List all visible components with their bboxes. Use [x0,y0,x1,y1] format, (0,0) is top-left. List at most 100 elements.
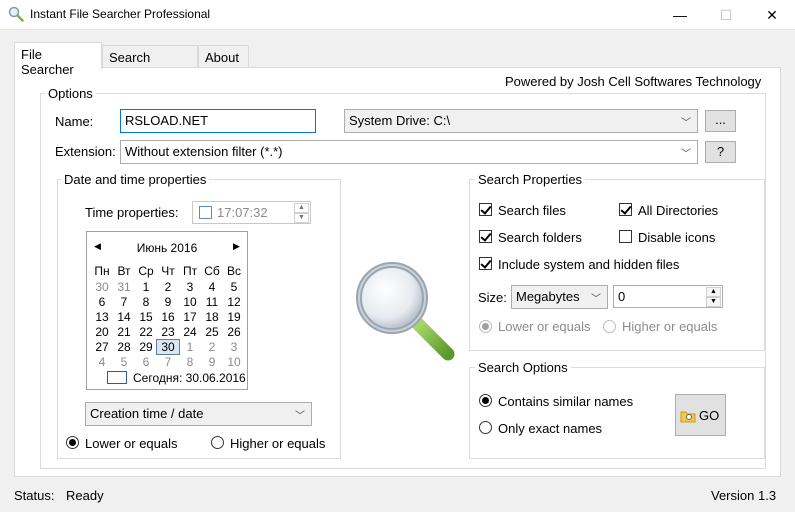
calendar-day[interactable]: 2 [157,280,179,294]
similar-names-radio[interactable] [479,394,492,407]
minimize-button[interactable]: — [657,0,703,30]
calendar-day[interactable]: 20 [91,325,113,339]
title-bar: Instant File Searcher Professional — ☐ ✕ [0,0,795,30]
tab-search-results[interactable]: Search Results [102,45,198,80]
calendar-day[interactable]: 29 [135,340,157,354]
calendar-day[interactable]: 10 [223,355,245,369]
calendar-day[interactable]: 10 [179,295,201,309]
browse-button[interactable]: ... [705,110,736,132]
extension-select-value: Without extension filter (*.*) [125,144,283,159]
search-files-label: Search files [498,203,566,218]
calendar-day[interactable]: 13 [91,310,113,324]
go-button[interactable]: GO [675,394,726,436]
name-input[interactable]: RSLOAD.NET [120,109,316,133]
time-down-icon[interactable]: ▼ [294,213,309,223]
chevron-down-icon: ﹀ [681,149,691,160]
size-up-icon[interactable]: ▲ [706,287,721,297]
calendar-day[interactable]: 11 [201,295,223,309]
calendar-day[interactable]: 6 [91,295,113,309]
calendar-day[interactable]: 1 [135,280,157,294]
size-lower-label: Lower or equals [498,319,591,334]
calendar-day[interactable]: 28 [113,340,135,354]
magnifier-icon [356,262,455,361]
date-mode-select[interactable]: Creation time / date ﹀ [85,402,312,426]
disable-icons-label: Disable icons [638,230,716,245]
calendar-day[interactable]: 6 [135,355,157,369]
calendar-day[interactable]: 7 [113,295,135,309]
drive-select[interactable]: System Drive: C:\ ﹀ [344,109,698,133]
time-properties-label: Time properties: [85,205,179,220]
drive-select-value: System Drive: C:\ [349,113,451,128]
tab-about[interactable]: About [198,45,249,67]
close-button[interactable]: ✕ [749,0,795,30]
maximize-button[interactable]: ☐ [703,0,749,30]
size-lower-radio[interactable] [479,320,492,333]
calendar-day[interactable]: 3 [179,280,201,294]
calendar[interactable]: ◀ Июнь 2016 ▶ Пн Вт Ср Чт Пт Сб Вс 30 31 1 2 3 4 5 6 7… [86,231,248,390]
calendar-month-label: Июнь 2016 [136,241,198,255]
calendar-day[interactable]: 18 [201,310,223,324]
calendar-day[interactable]: 22 [135,325,157,339]
size-unit-value: Megabytes [516,289,580,304]
calendar-day[interactable]: 4 [91,355,113,369]
calendar-day[interactable]: 16 [157,310,179,324]
calendar-day[interactable]: 24 [179,325,201,339]
calendar-day[interactable]: 30 [91,280,113,294]
calendar-day[interactable]: 7 [157,355,179,369]
size-higher-radio[interactable] [603,320,616,333]
size-down-icon[interactable]: ▼ [706,297,721,307]
calendar-day[interactable]: 27 [91,340,113,354]
date-higher-radio[interactable] [211,436,224,449]
size-unit-select[interactable]: Megabytes ﹀ [511,285,608,309]
calendar-day[interactable]: 30 [156,339,180,355]
disable-icons-checkbox[interactable] [619,230,632,243]
calendar-day[interactable]: 15 [135,310,157,324]
calendar-weekday: Пн [94,264,110,278]
calendar-day[interactable]: 9 [201,355,223,369]
calendar-day[interactable]: 1 [179,340,201,354]
calendar-day[interactable]: 25 [201,325,223,339]
calendar-day[interactable]: 2 [201,340,223,354]
all-directories-checkbox[interactable] [619,203,632,216]
calendar-day[interactable]: 19 [223,310,245,324]
calendar-next-icon[interactable]: ▶ [233,241,240,252]
date-lower-radio[interactable] [66,436,79,449]
powered-by-text: Powered by Josh Cell Softwares Technolog… [505,74,762,89]
calendar-day[interactable]: 31 [113,280,135,294]
calendar-day[interactable]: 8 [179,355,201,369]
calendar-day[interactable]: 26 [223,325,245,339]
calendar-today-label[interactable]: Сегодня: 30.06.2016 [133,371,246,385]
calendar-day[interactable]: 21 [113,325,135,339]
size-value-input[interactable]: 0 ▲ ▼ [613,285,723,308]
search-files-checkbox[interactable] [479,203,492,216]
calendar-day[interactable]: 9 [157,295,179,309]
version-label: Version 1.3 [711,488,777,503]
status-label: Status: [14,488,55,503]
time-enable-checkbox[interactable] [199,206,212,219]
window-title: Instant File Searcher Professional [30,7,211,21]
calendar-weekday: Ср [138,264,154,278]
calendar-day[interactable]: 17 [179,310,201,324]
calendar-weekday: Сб [204,264,220,278]
tab-file-searcher[interactable]: File Searcher [14,42,102,77]
calendar-day[interactable]: 8 [135,295,157,309]
calendar-day[interactable]: 5 [113,355,135,369]
size-value-text: 0 [618,289,626,304]
calendar-day[interactable]: 12 [223,295,245,309]
extension-help-button[interactable]: ? [705,141,736,163]
time-up-icon[interactable]: ▲ [294,203,309,213]
exact-names-label: Only exact names [498,421,603,436]
include-hidden-checkbox[interactable] [479,257,492,270]
search-properties-title: Search Properties [475,172,586,187]
calendar-day[interactable]: 14 [113,310,135,324]
options-group-title: Options [45,86,96,101]
calendar-day[interactable]: 3 [223,340,245,354]
datetime-group-title: Date and time properties [61,172,210,187]
time-picker[interactable]: 17:07:32 ▲ ▼ [192,201,311,224]
calendar-day[interactable]: 5 [223,280,245,294]
calendar-day[interactable]: 4 [201,280,223,294]
extension-select[interactable]: Without extension filter (*.*) ﹀ [120,140,698,164]
exact-names-radio[interactable] [479,421,492,434]
search-folders-checkbox[interactable] [479,230,492,243]
calendar-day[interactable]: 23 [157,325,179,339]
